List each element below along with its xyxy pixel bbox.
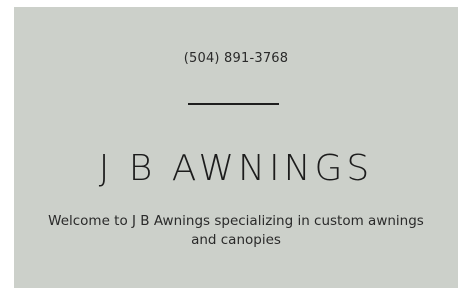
site-title: J B AWNINGS xyxy=(98,148,374,189)
divider-line xyxy=(188,103,279,105)
hero-section: (504) 891-3768 J B AWNINGS Welcome to J … xyxy=(14,7,458,288)
phone-number[interactable]: (504) 891-3768 xyxy=(14,51,458,66)
welcome-text: Welcome to J B Awnings specializing in c… xyxy=(48,213,424,248)
